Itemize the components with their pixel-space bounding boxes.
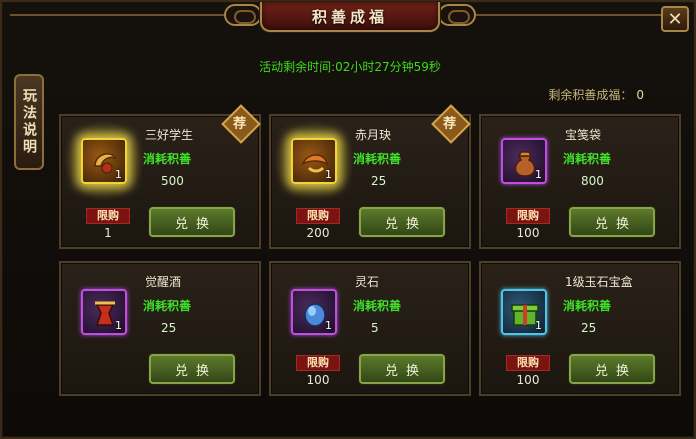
recommend-label: 荐 [443,116,457,132]
title-plate: 积善成福 [260,2,440,32]
item-quantity: 1 [535,168,542,181]
item-card: 1 灵石 消耗积善 5 限购 100 兑换 [269,261,471,396]
item-name: 灵石 [355,275,380,289]
recommend-badge: 荐 [431,104,471,144]
item-quantity: 1 [325,168,332,181]
item-cost: 5 [371,321,379,335]
remaining-points: 剩余积善成福： 0 [548,86,644,103]
limit-tag: 限购 [296,208,340,224]
item-cost: 25 [161,321,177,335]
limit-tag: 限购 [86,208,130,224]
item-icon-slot[interactable]: 1 [291,138,337,184]
limit-tag: 限购 [506,355,550,371]
item-name: 觉醒酒 [145,275,182,289]
limit-tag: 限购 [296,355,340,371]
cost-label: 消耗积善 [563,299,612,313]
item-card: 1 赤月玦 消耗积善 25 荐 限购 200 兑换 [269,104,471,249]
exchange-button[interactable]: 兑换 [569,207,655,237]
limit-value: 100 [516,373,540,387]
item-quantity: 1 [115,168,122,181]
exchange-button[interactable]: 兑换 [359,207,445,237]
item-quantity: 1 [115,319,122,332]
title-ornament-left [224,4,262,26]
item-cost: 500 [161,174,184,188]
item-icon-slot[interactable]: 1 [501,289,547,335]
cost-label: 消耗积善 [563,152,612,166]
exchange-button[interactable]: 兑换 [149,207,235,237]
exchange-button[interactable]: 兑换 [149,354,235,384]
item-card: 1 三好学生 消耗积善 500 荐 限购 1 兑换 [59,104,261,249]
item-name: 三好学生 [145,128,194,142]
exchange-button[interactable]: 兑换 [359,354,445,384]
remaining-points-value: 0 [636,88,644,102]
item-name: 赤月玦 [355,128,392,142]
cost-label: 消耗积善 [143,299,192,313]
header-divider-right [476,14,662,16]
cost-label: 消耗积善 [353,299,402,313]
cost-label: 消耗积善 [353,152,402,166]
limit-value: 1 [104,226,112,240]
item-cost: 25 [371,174,387,188]
close-button[interactable]: ✕ [661,6,689,32]
header-divider-left [10,14,224,16]
exchange-window: 积善成福 ✕ 活动剩余时间:02小时27分钟59秒 剩余积善成福： 0 玩法说明 … [0,0,696,439]
item-card: 1 觉醒酒 消耗积善 25 兑换 [59,261,261,396]
item-icon-slot[interactable]: 1 [81,138,127,184]
item-name: 宝笺袋 [565,128,602,142]
activity-timer: 活动剩余时间:02小时27分钟59秒 [259,60,441,74]
item-icon-slot[interactable]: 1 [501,138,547,184]
item-card: 1 1级玉石宝盒 消耗积善 25 限购 100 兑换 [479,261,681,396]
item-icon-slot[interactable]: 1 [81,289,127,335]
recommend-badge: 荐 [221,104,261,144]
exchange-button[interactable]: 兑换 [569,354,655,384]
cost-label: 消耗积善 [143,152,192,166]
item-cost: 25 [581,321,597,335]
recommend-label: 荐 [233,116,247,132]
item-cost: 800 [581,174,604,188]
item-quantity: 1 [535,319,542,332]
window-title: 积善成福 [311,7,388,26]
item-name: 1级玉石宝盒 [565,275,633,289]
limit-tag: 限购 [506,208,550,224]
limit-value: 100 [306,373,330,387]
title-ornament-right [438,4,476,26]
remaining-points-label: 剩余积善成福： [548,88,633,102]
limit-value: 100 [516,226,540,240]
limit-value: 200 [306,226,330,240]
rules-tab-label: 玩法说明 [21,88,37,156]
rules-tab[interactable]: 玩法说明 [14,74,44,170]
item-quantity: 1 [325,319,332,332]
item-card: 1 宝笺袋 消耗积善 800 限购 100 兑换 [479,114,681,249]
item-icon-slot[interactable]: 1 [291,289,337,335]
